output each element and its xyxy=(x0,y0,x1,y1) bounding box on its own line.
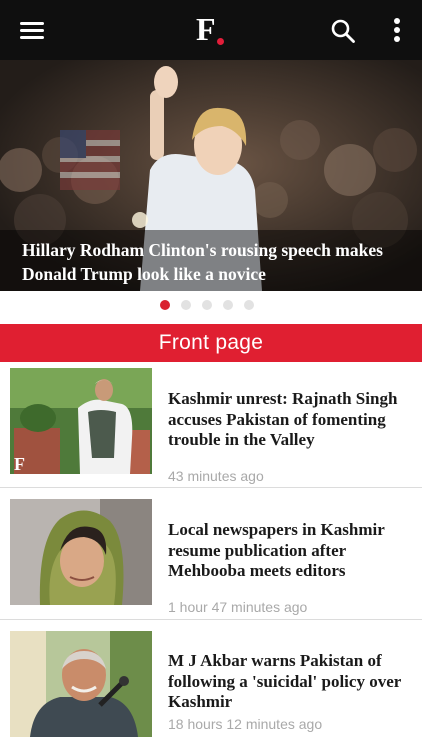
hero-caption: Hillary Rodham Clinton's rousing speech … xyxy=(0,230,422,291)
article-time: 18 hours 12 minutes ago xyxy=(168,716,323,732)
menu-icon[interactable] xyxy=(20,20,44,40)
hero-headline[interactable]: Hillary Rodham Clinton's rousing speech … xyxy=(22,238,406,286)
section-header: Front page xyxy=(0,324,422,362)
more-dot xyxy=(394,18,400,24)
pagination-dot[interactable] xyxy=(223,300,233,310)
pagination-dot-active[interactable] xyxy=(160,300,170,310)
article-thumbnail[interactable] xyxy=(10,499,152,605)
article-headline[interactable]: Kashmir unrest: Rajnath Singh accuses Pa… xyxy=(168,389,408,451)
more-dot xyxy=(394,36,400,42)
section-title: Front page xyxy=(158,331,264,354)
more-vertical-icon[interactable] xyxy=(390,16,404,44)
search-icon[interactable] xyxy=(330,18,356,44)
pagination-dot[interactable] xyxy=(181,300,191,310)
article-thumbnail[interactable] xyxy=(10,631,152,737)
carousel-pagination xyxy=(160,300,254,312)
article-thumbnail[interactable]: F xyxy=(10,368,152,474)
article-time: 43 minutes ago xyxy=(168,468,264,484)
thumbnail-watermark: F xyxy=(14,454,25,474)
thumbnail-image xyxy=(10,631,152,737)
more-dot xyxy=(394,27,400,33)
logo-dot xyxy=(217,38,224,45)
article-headline[interactable]: Local newspapers in Kashmir resume publi… xyxy=(168,520,408,582)
thumbnail-image xyxy=(10,499,152,605)
menu-line xyxy=(20,29,44,32)
pagination-dot[interactable] xyxy=(244,300,254,310)
menu-line xyxy=(20,22,44,25)
article-item[interactable]: M J Akbar warns Pakistan of following a … xyxy=(0,620,422,750)
article-item[interactable]: Local newspapers in Kashmir resume publi… xyxy=(0,488,422,618)
hero-carousel[interactable]: Hillary Rodham Clinton's rousing speech … xyxy=(0,60,422,291)
menu-line xyxy=(20,36,44,39)
pagination-dot[interactable] xyxy=(202,300,212,310)
app-header: F xyxy=(0,0,422,60)
firstpost-logo[interactable]: F xyxy=(196,11,230,47)
article-item[interactable]: F Kashmir unrest: Rajnath Singh accuses … xyxy=(0,362,422,487)
article-headline[interactable]: M J Akbar warns Pakistan of following a … xyxy=(168,651,408,713)
logo-letter: F xyxy=(196,11,216,47)
article-time: 1 hour 47 minutes ago xyxy=(168,599,308,615)
thumbnail-image: F xyxy=(10,368,152,474)
